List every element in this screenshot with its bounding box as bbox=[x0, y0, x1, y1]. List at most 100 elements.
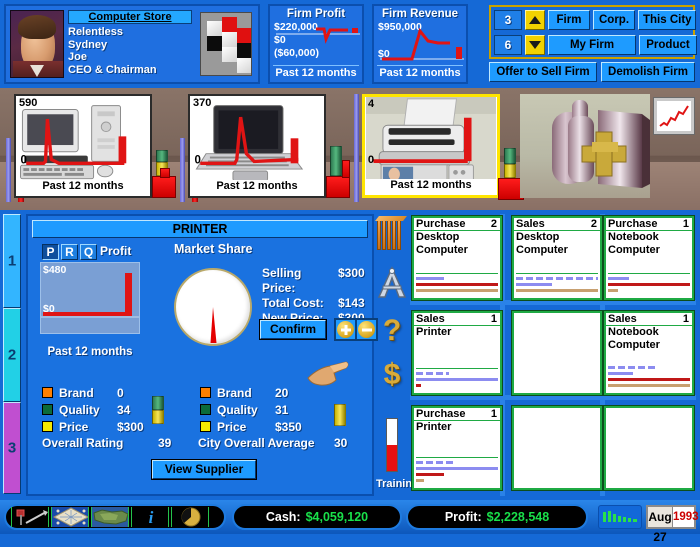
card-type: Sales bbox=[516, 218, 545, 230]
card-line: Computer bbox=[608, 338, 660, 351]
pricing-info: Selling Price: $300 Total Cost: $143 New P… bbox=[262, 266, 365, 326]
clock-icon[interactable] bbox=[171, 507, 209, 527]
total-cost-label: Total Cost: bbox=[262, 296, 324, 310]
rating-row: Quality 31 bbox=[200, 401, 327, 418]
question-mark-icon[interactable]: ? bbox=[376, 316, 408, 346]
card-empty-slot[interactable] bbox=[511, 310, 603, 396]
cube-logo bbox=[200, 12, 252, 76]
date-display[interactable]: Aug 27 1993 bbox=[646, 505, 699, 544]
button-product[interactable]: Product bbox=[639, 35, 697, 55]
wall-chart-picture bbox=[653, 97, 695, 135]
card-purchase-notebook[interactable]: Purchase 1 Notebook Computer bbox=[603, 215, 695, 301]
price-stepper bbox=[334, 318, 378, 341]
info-icon[interactable]: i bbox=[131, 507, 169, 527]
game-window: Computer Store Relentless Sydney Joe CEO… bbox=[0, 0, 700, 544]
firm-details: Relentless Sydney Joe CEO & Chairman bbox=[68, 26, 157, 76]
offer-to-sell-firm-button[interactable]: Offer to Sell Firm bbox=[489, 62, 597, 82]
product-slot-notebook[interactable]: 370 0 Past 12 months bbox=[174, 92, 350, 202]
year-value: 1993 bbox=[672, 507, 699, 527]
up-arrow-icon[interactable] bbox=[525, 10, 545, 30]
level-number-top: 3 bbox=[494, 10, 522, 30]
firm-revenue-chart[interactable]: Firm Revenue $950,000 $0 Past 12 months bbox=[372, 4, 468, 84]
firm-info-panel[interactable]: Computer Store Relentless Sydney Joe CEO… bbox=[4, 4, 260, 84]
card-empty-slot[interactable] bbox=[603, 405, 695, 491]
tab-2-label: 2 bbox=[7, 346, 17, 364]
demolish-firm-button[interactable]: Demolish Firm bbox=[601, 62, 695, 82]
card-purchase-printer[interactable]: Purchase 1 Printer bbox=[411, 405, 503, 491]
button-my-firm[interactable]: My Firm bbox=[548, 35, 636, 55]
button-firm[interactable]: Firm bbox=[548, 10, 590, 30]
card-bars bbox=[416, 273, 498, 295]
firm-city: Sydney bbox=[68, 38, 108, 51]
firm-profit-chart[interactable]: Firm Profit $220,000 $0 ($60,000) Past 1… bbox=[268, 4, 364, 84]
profit-chart-footer: Past 12 months bbox=[47, 346, 133, 358]
profit-footer: Past 12 months bbox=[273, 65, 359, 79]
tab-2[interactable]: 2 bbox=[3, 308, 21, 402]
card-empty-slot[interactable] bbox=[511, 405, 603, 491]
board-game-icon[interactable] bbox=[51, 507, 89, 527]
button-corp[interactable]: Corp. bbox=[593, 10, 635, 30]
dollar-sign-icon[interactable]: $ bbox=[376, 360, 408, 390]
card-sales-printer[interactable]: Sales 1 Printer bbox=[411, 310, 503, 396]
owner-name: Joe bbox=[68, 51, 87, 63]
svg-text:0: 0 bbox=[368, 154, 374, 166]
store-display-shelf bbox=[516, 92, 700, 202]
svg-text:i: i bbox=[149, 508, 154, 527]
down-arrow-icon[interactable] bbox=[525, 35, 545, 55]
price-label-mine: Price bbox=[59, 419, 89, 434]
card-line: Notebook bbox=[608, 326, 659, 338]
city-average-value: 30 bbox=[334, 436, 348, 450]
firm-action-buttons: Offer to Sell Firm Demolish Firm bbox=[489, 62, 695, 82]
prq-button-r[interactable]: R bbox=[61, 244, 78, 260]
brand-label-city: Brand bbox=[217, 385, 252, 400]
store-title[interactable]: Computer Store bbox=[68, 10, 192, 24]
prq-button-p[interactable]: P bbox=[42, 244, 59, 260]
product-slot-printer[interactable]: 4 0 Past 12 months bbox=[348, 92, 524, 202]
view-supplier-button[interactable]: View Supplier bbox=[151, 459, 257, 480]
product-footer-desktop: Past 12 months bbox=[16, 180, 150, 196]
card-type: Sales bbox=[608, 313, 637, 325]
tab-1-label: 1 bbox=[7, 252, 17, 270]
product-thumbnail-printer[interactable]: 4 0 Past 12 months bbox=[362, 94, 500, 198]
confirm-button[interactable]: Confirm bbox=[259, 319, 327, 340]
card-type: Purchase bbox=[416, 408, 466, 420]
product-thumbnail-notebook[interactable]: 370 0 Past 12 months bbox=[188, 94, 326, 198]
minus-button-icon[interactable] bbox=[356, 319, 377, 340]
prq-toggle-group: P R Q bbox=[42, 244, 97, 260]
owner-role: CEO & Chairman bbox=[68, 63, 157, 76]
product-slot-desktop[interactable]: 590 0 Past 12 months bbox=[0, 92, 176, 202]
tab-1[interactable]: 1 bbox=[3, 214, 21, 308]
product-profit-chart[interactable]: $480 $0 bbox=[40, 262, 140, 334]
card-sales-desktop[interactable]: Sales 2 Desktop Computer bbox=[511, 215, 603, 301]
card-line: Desktop bbox=[516, 231, 560, 243]
price-value-city: $350 bbox=[275, 419, 302, 434]
card-type: Purchase bbox=[416, 218, 466, 230]
product-thumbnail-desktop[interactable]: 590 0 Past 12 months bbox=[14, 94, 152, 198]
thermometer-icon[interactable] bbox=[376, 418, 408, 472]
map-icon[interactable] bbox=[91, 507, 129, 527]
selling-price-label: Selling Price: bbox=[262, 266, 302, 295]
plus-button-icon[interactable] bbox=[335, 319, 356, 340]
tools-icon[interactable] bbox=[11, 507, 49, 527]
price-swatch-mine bbox=[42, 421, 53, 432]
books-icon[interactable] bbox=[375, 216, 408, 250]
profit-label: Profit: bbox=[444, 510, 482, 524]
blueprint-icon[interactable] bbox=[376, 266, 408, 305]
card-number: 1 bbox=[490, 313, 497, 325]
card-number: 1 bbox=[682, 218, 689, 230]
toolbar-icons: i bbox=[4, 504, 226, 530]
button-this-city[interactable]: This City bbox=[638, 10, 696, 30]
firm-revenue-title: Firm Revenue bbox=[381, 8, 459, 20]
card-line: Computer bbox=[416, 243, 468, 256]
product-count-printer: 4 bbox=[368, 98, 375, 110]
tab-3[interactable]: 3 bbox=[3, 402, 21, 494]
product-shelf: 590 0 Past 12 months 370 0 Past 12 month… bbox=[0, 88, 700, 210]
price-gauge-mine bbox=[152, 410, 164, 424]
card-purchase-desktop[interactable]: Purchase 2 Desktop Computer bbox=[411, 215, 503, 301]
cash-label: Cash: bbox=[265, 510, 301, 524]
speed-bars-icon[interactable] bbox=[598, 505, 642, 529]
prq-button-q[interactable]: Q bbox=[80, 244, 97, 260]
card-type: Sales bbox=[416, 313, 445, 325]
card-sales-notebook[interactable]: Sales 1 Notebook Computer bbox=[603, 310, 695, 396]
icon-toolbar: ? $ Training bbox=[375, 214, 419, 496]
